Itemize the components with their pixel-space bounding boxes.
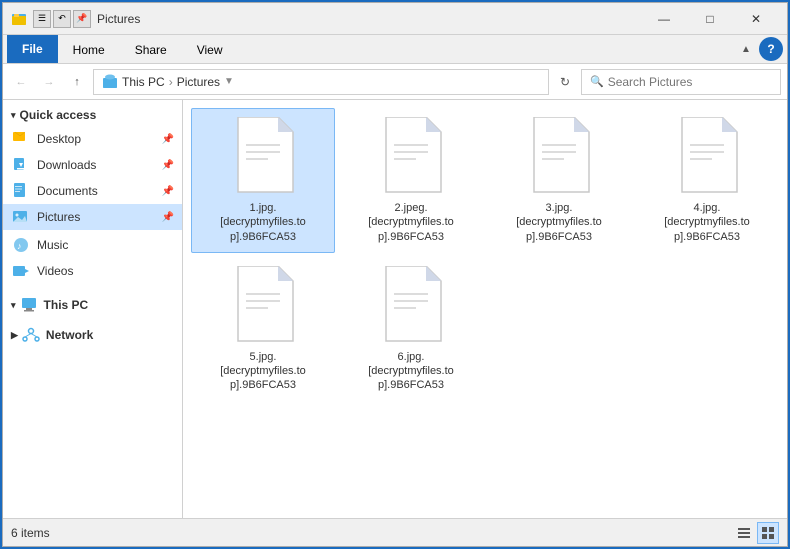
sidebar-item-documents[interactable]: Documents 📌 (3, 178, 182, 204)
file-icon-5 (228, 266, 298, 346)
file-item-6[interactable]: 6.jpg.[decryptmyfiles.top].9B6FCA53 (339, 257, 483, 402)
pictures-pin-icon: 📌 (162, 212, 174, 223)
quick-access-section: ▾ Quick access Desktop 📌 (3, 104, 182, 230)
main-content: ▾ Quick access Desktop 📌 (3, 100, 787, 518)
file-name-5: 5.jpg.[decryptmyfiles.top].9B6FCA53 (218, 350, 308, 393)
videos-icon (11, 261, 31, 281)
network-icon (22, 326, 40, 344)
help-button[interactable]: ? (759, 37, 783, 61)
file-grid: 1.jpg.[decryptmyfiles.top].9B6FCA53 2.j (191, 108, 779, 402)
window-title: Pictures (97, 12, 641, 26)
search-icon: 🔍 (590, 75, 604, 88)
ribbon-expand-area: ▲ ? (737, 37, 783, 61)
this-pc-label: This PC (44, 298, 89, 312)
desktop-pin-icon: 📌 (162, 134, 174, 145)
file-name-6: 6.jpg.[decryptmyfiles.top].9B6FCA53 (366, 350, 456, 393)
path-dropdown-chevron[interactable]: ▼ (224, 76, 234, 87)
title-bar: ☰ ↶ 📌 Pictures — □ ✕ (3, 3, 787, 35)
file-area: 1.jpg.[decryptmyfiles.top].9B6FCA53 2.j (183, 100, 787, 518)
close-button[interactable]: ✕ (733, 3, 779, 35)
downloads-icon (11, 155, 31, 175)
qat-undo[interactable]: ↶ (53, 10, 71, 28)
qat-pin[interactable]: 📌 (73, 10, 91, 28)
qat-properties[interactable]: ☰ (33, 10, 51, 28)
file-name-3: 3.jpg.[decryptmyfiles.top].9B6FCA53 (514, 201, 604, 244)
refresh-button[interactable]: ↻ (553, 70, 577, 94)
quick-access-toolbar: ☰ ↶ 📌 (33, 10, 91, 28)
file-icon-4 (672, 117, 742, 197)
this-pc-header[interactable]: ▾ This PC (3, 292, 182, 318)
sidebar-item-desktop[interactable]: Desktop 📌 (3, 126, 182, 152)
quick-access-header[interactable]: ▾ Quick access (3, 104, 182, 126)
music-icon: ♪ (11, 235, 31, 255)
forward-button[interactable]: → (37, 70, 61, 94)
documents-label: Documents (37, 184, 98, 198)
search-box[interactable]: 🔍 (581, 69, 781, 95)
music-label: Music (37, 238, 68, 252)
path-this-pc[interactable]: This PC (122, 75, 165, 89)
file-item-1[interactable]: 1.jpg.[decryptmyfiles.top].9B6FCA53 (191, 108, 335, 253)
desktop-icon (11, 129, 31, 149)
file-icon-3 (524, 117, 594, 197)
svg-text:♪: ♪ (17, 241, 22, 251)
sidebar-item-downloads[interactable]: Downloads 📌 (3, 152, 182, 178)
file-item-3[interactable]: 3.jpg.[decryptmyfiles.top].9B6FCA53 (487, 108, 631, 253)
up-button[interactable]: ↑ (65, 70, 89, 94)
back-button[interactable]: ← (9, 70, 33, 94)
item-count: 6 items (11, 526, 50, 540)
tab-home[interactable]: Home (58, 36, 120, 63)
file-item-4[interactable]: 4.jpg.[decryptmyfiles.top].9B6FCA53 (635, 108, 779, 253)
view-details-button[interactable] (733, 522, 755, 544)
network-chevron: ▶ (11, 330, 18, 341)
this-pc-chevron: ▾ (11, 300, 16, 311)
minimize-button[interactable]: — (641, 3, 687, 35)
file-name-2: 2.jpeg.[decryptmyfiles.top].9B6FCA53 (366, 201, 456, 244)
file-icon-2 (376, 117, 446, 197)
sidebar-item-videos[interactable]: Videos (3, 258, 182, 284)
status-bar: 6 items (3, 518, 787, 546)
ribbon-tabs: File Home Share View ▲ ? (3, 35, 787, 63)
tab-view[interactable]: View (182, 36, 238, 63)
sidebar: ▾ Quick access Desktop 📌 (3, 100, 183, 518)
quick-access-label: Quick access (20, 108, 97, 122)
file-item-2[interactable]: 2.jpeg.[decryptmyfiles.top].9B6FCA53 (339, 108, 483, 253)
documents-pin-icon: 📌 (162, 186, 174, 197)
pictures-icon (11, 207, 31, 227)
ribbon: File Home Share View ▲ ? (3, 35, 787, 64)
file-name-4: 4.jpg.[decryptmyfiles.top].9B6FCA53 (662, 201, 752, 244)
file-item-5[interactable]: 5.jpg.[decryptmyfiles.top].9B6FCA53 (191, 257, 335, 402)
window-icon (11, 11, 27, 27)
path-separator-1: › (169, 75, 173, 89)
view-large-icons-button[interactable] (757, 522, 779, 544)
view-buttons (733, 522, 779, 544)
file-name-1: 1.jpg.[decryptmyfiles.top].9B6FCA53 (218, 201, 308, 244)
quick-access-chevron: ▾ (11, 110, 16, 121)
tab-share[interactable]: Share (120, 36, 182, 63)
sidebar-item-pictures[interactable]: Pictures 📌 (3, 204, 182, 230)
videos-label: Videos (37, 264, 73, 278)
documents-icon (11, 181, 31, 201)
address-path[interactable]: This PC › Pictures ▼ (93, 69, 549, 95)
file-icon-6 (376, 266, 446, 346)
downloads-pin-icon: 📌 (162, 160, 174, 171)
tab-file[interactable]: File (7, 35, 58, 63)
ribbon-toggle-button[interactable]: ▲ (737, 40, 755, 58)
maximize-button[interactable]: □ (687, 3, 733, 35)
address-bar: ← → ↑ This PC › Pictures ▼ ↻ 🔍 (3, 64, 787, 100)
search-input[interactable] (608, 75, 772, 89)
desktop-label: Desktop (37, 132, 81, 146)
this-pc-icon (20, 296, 38, 314)
network-header[interactable]: ▶ Network (3, 322, 182, 348)
path-icon (102, 74, 122, 90)
path-pictures[interactable]: Pictures (177, 75, 220, 89)
downloads-label: Downloads (37, 158, 96, 172)
network-label: Network (46, 328, 93, 342)
window-controls: — □ ✕ (641, 3, 779, 35)
pictures-label: Pictures (37, 210, 80, 224)
sidebar-item-music[interactable]: ♪ Music (3, 232, 182, 258)
file-icon-1 (228, 117, 298, 197)
